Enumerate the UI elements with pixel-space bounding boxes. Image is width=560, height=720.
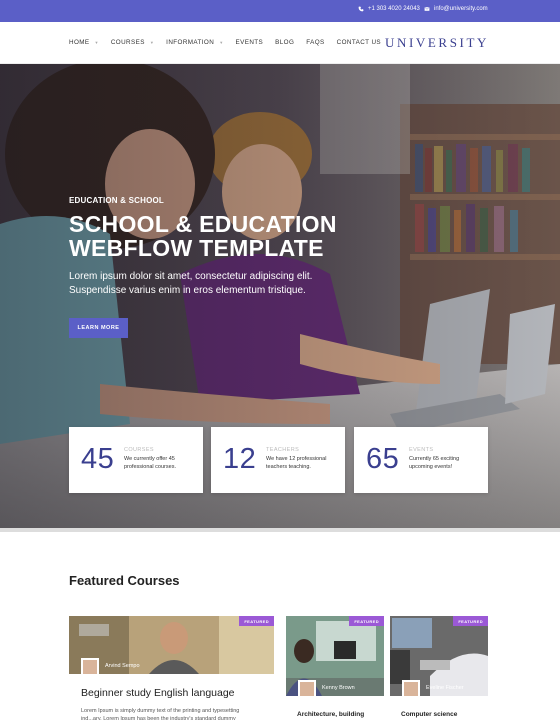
nav-item-label: HOME [69, 39, 90, 46]
stat-label: TEACHERS [266, 447, 300, 453]
stat-description: Currently 65 exciting upcoming events! [409, 456, 460, 470]
phone-contact[interactable]: +1 303 4020 24043 [358, 6, 420, 12]
nav-item-label: CONTACT US [336, 39, 382, 46]
stat-description: We have 12 professional teachers teachin… [266, 456, 327, 470]
avatar [81, 658, 99, 674]
stat-number: 65 [366, 443, 400, 475]
course-title[interactable]: Computer science [401, 711, 457, 718]
site-logo[interactable]: UNIVERSITY [385, 35, 489, 51]
nav-item-courses[interactable]: COURSES ▼ [111, 39, 154, 46]
learn-more-button[interactable]: LEARN MORE [69, 318, 128, 338]
email-contact[interactable]: info@university.com [424, 6, 488, 12]
stat-label: EVENTS [409, 447, 434, 453]
chevron-down-icon: ▼ [149, 40, 155, 45]
nav-item-label: COURSES [110, 39, 145, 46]
nav-item-label: INFORMATION [166, 39, 215, 46]
nav-item-information[interactable]: INFORMATION ▼ [166, 39, 223, 46]
nav-item-label: BLOG [275, 39, 295, 46]
phone-icon [358, 6, 364, 12]
stat-number: 12 [223, 443, 257, 475]
avatar [298, 680, 316, 696]
course-card-english[interactable]: FEATURED Arvind Sempo [69, 616, 274, 674]
featured-courses-heading: Featured Courses [69, 573, 180, 588]
chevron-down-icon: ▼ [219, 40, 224, 45]
stat-label: COURSES [124, 447, 154, 453]
stat-card-courses: 45 COURSES We currently offer 45 profess… [69, 427, 203, 493]
nav-item-home[interactable]: HOME ▼ [69, 39, 99, 46]
hero-divider [0, 528, 560, 532]
hero-subtitle: Lorem ipsum dolor sit amet, consectetur … [69, 271, 313, 296]
stat-description: We currently offer 45 professional cours… [124, 456, 176, 470]
nav-menu: HOME ▼ COURSES ▼ INFORMATION ▼ EVENTS BLOG … [69, 39, 393, 46]
course-card-computer-science[interactable]: FEATURED Eveline Fischer [390, 616, 488, 696]
nav-item-contact-us[interactable]: CONTACT US [337, 39, 381, 46]
mail-icon [424, 7, 430, 11]
featured-badge: FEATURED [349, 616, 384, 626]
hero-section: EDUCATION & SCHOOL SCHOOL & EDUCATION WE… [0, 64, 560, 532]
nav-item-blog[interactable]: BLOG [275, 39, 294, 46]
course-description: Lorem Ipsum is simply dummy text of the … [81, 708, 240, 720]
course-author[interactable]: Kenny Brown [322, 685, 355, 691]
stat-card-events: 65 EVENTS Currently 65 exciting upcoming… [354, 427, 488, 493]
nav-item-faqs[interactable]: FAQS [306, 39, 324, 46]
main-navigation: HOME ▼ COURSES ▼ INFORMATION ▼ EVENTS BLOG … [0, 22, 560, 64]
stat-number: 45 [81, 443, 115, 475]
stat-card-teachers: 12 TEACHERS We have 12 professional teac… [211, 427, 345, 493]
course-title[interactable]: Architecture, building [297, 711, 364, 718]
nav-item-events[interactable]: EVENTS [236, 39, 264, 46]
hero-title: SCHOOL & EDUCATION WEBFLOW TEMPLATE [69, 211, 337, 261]
phone-text: +1 303 4020 24043 [368, 6, 420, 12]
nav-item-label: FAQS [306, 39, 325, 46]
top-contact-bar: +1 303 4020 24043 info@university.com [0, 0, 560, 22]
course-card-architecture[interactable]: FEATURED Kenny Brown [286, 616, 384, 696]
email-text: info@university.com [434, 6, 488, 12]
course-author[interactable]: Eveline Fischer [426, 685, 464, 691]
featured-badge: FEATURED [239, 616, 274, 626]
avatar [402, 680, 420, 696]
featured-badge: FEATURED [453, 616, 488, 626]
course-author[interactable]: Arvind Sempo [105, 663, 140, 669]
hero-eyebrow: EDUCATION & SCHOOL [69, 196, 165, 205]
course-title[interactable]: Beginner study English language [81, 687, 235, 699]
nav-item-label: EVENTS [235, 39, 264, 46]
chevron-down-icon: ▼ [94, 40, 99, 45]
